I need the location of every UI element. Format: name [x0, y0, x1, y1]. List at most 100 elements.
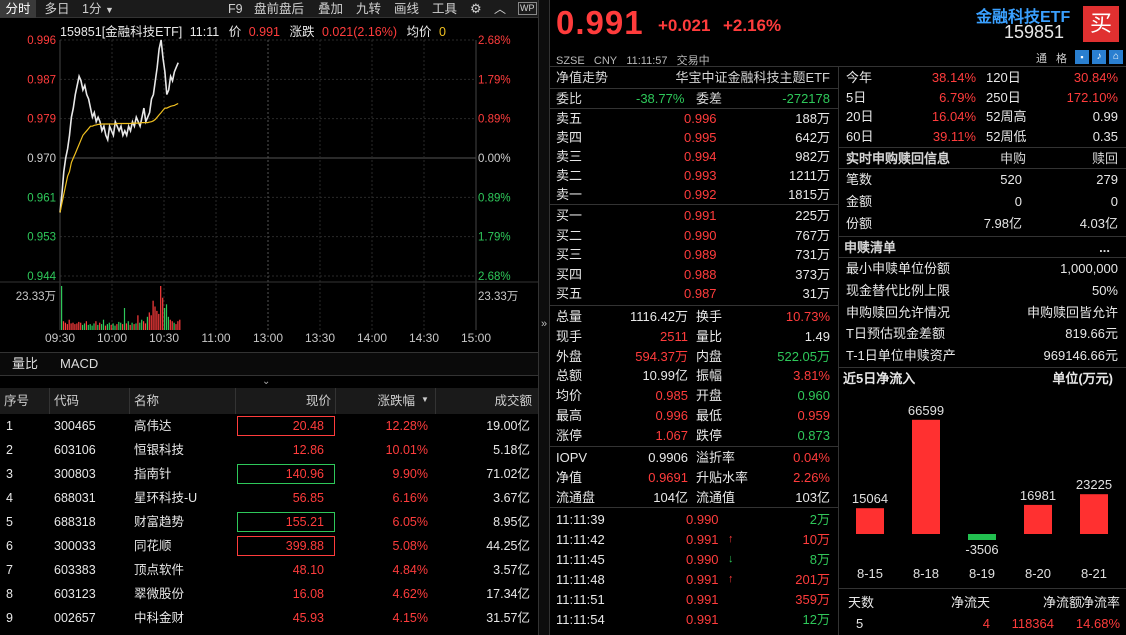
col-change-label: 涨跌幅 — [377, 394, 415, 408]
sg-subscribe: 7.98亿 — [983, 216, 1022, 231]
tick-row: 11:11:39 0.990 2万 — [556, 510, 834, 529]
col-index[interactable]: 序号 — [0, 388, 50, 414]
stat-label: IOPV — [556, 450, 588, 465]
sort-desc-icon[interactable]: ▼ — [421, 395, 429, 404]
row-name: 翠微股份 — [134, 587, 185, 601]
row-change: 5.08% — [392, 539, 428, 553]
chart-toolbar: 分时 多日 1分 ▼ F9 盘前盘后 叠加 九转 画线 工具 ⚙ ︿ WP — [0, 0, 538, 18]
stat-label: 溢折率 — [696, 450, 736, 465]
cart-icon[interactable]: ⌂ — [1109, 50, 1123, 64]
row-turnover: 5.18亿 — [493, 443, 530, 457]
f9-button[interactable]: F9 — [228, 0, 243, 18]
tick-time: 11:11:54 — [556, 612, 605, 627]
chevron-up-icon[interactable]: ︿ — [494, 0, 506, 18]
draw-button[interactable]: 画线 — [394, 0, 419, 18]
perf-row: 20日 16.04% 52周高 0.99 — [846, 107, 1122, 126]
col-price[interactable]: 现价 — [236, 388, 336, 414]
share-icon[interactable]: WP — [518, 2, 537, 15]
bid-row[interactable]: 买四 0.988 373万 — [556, 265, 834, 284]
more-button[interactable]: ... — [1099, 238, 1110, 257]
table-row[interactable]: 1 300465 高伟达 20.48 12.28% 19.00亿 — [0, 414, 538, 438]
table-row[interactable]: 5 688318 财富趋势 155.21 6.05% 8.95亿 — [0, 510, 538, 534]
stat-label: 流通盘 — [556, 489, 596, 505]
stat-value: 0.04% — [793, 450, 830, 465]
volume-bar — [139, 322, 141, 330]
col-turnover[interactable]: 成交额 — [436, 388, 538, 414]
stat-row: 现手 2511 量比 1.49 — [556, 327, 834, 346]
grid-tag[interactable]: 格 — [1056, 50, 1067, 66]
volume-bar — [114, 325, 116, 330]
perf-value: 16.04% — [931, 109, 976, 124]
ask-row[interactable]: 卖五 0.996 188万 — [556, 109, 834, 128]
period-select[interactable]: 1分 ▼ — [82, 0, 124, 18]
row-code: 603383 — [54, 563, 96, 577]
volume-bar — [66, 324, 68, 330]
stat-label: 流通值 — [696, 489, 736, 505]
ask-row[interactable]: 卖四 0.995 642万 — [556, 128, 834, 147]
perf-label: 今年 — [846, 70, 873, 85]
volume-bar — [162, 297, 164, 330]
perf-label: 5日 — [846, 89, 867, 105]
table-row[interactable]: 3 300803 指南针 140.96 9.90% 71.02亿 — [0, 462, 538, 486]
intraday-chart[interactable]: 0.996 2.68% 0.987 1.79% 0.979 0.89% 0.970 0.00%… — [0, 18, 538, 348]
overlay-button[interactable]: 叠加 — [318, 0, 343, 18]
stat-label: 最高 — [556, 408, 583, 423]
tab-intraday[interactable]: 分时 — [0, 0, 36, 18]
row-turnover: 3.67亿 — [493, 491, 530, 505]
tab-multiday[interactable]: 多日 — [40, 0, 74, 18]
buy-button[interactable]: 买 — [1083, 6, 1119, 42]
volume-bar — [146, 316, 148, 330]
ask-row[interactable]: 卖一 0.992 1815万 — [556, 185, 834, 204]
perf-label: 120日 — [986, 70, 1021, 85]
table-row[interactable]: 7 603383 顶点软件 48.10 4.84% 3.57亿 — [0, 558, 538, 582]
list-row: 最小申赎单位份额 1,000,000 — [846, 259, 1122, 278]
volume-bar — [150, 315, 152, 330]
tong-tag[interactable]: 通 — [1036, 50, 1047, 66]
volume-bar — [110, 324, 112, 330]
list-label: 现金替代比例上限 — [846, 282, 951, 298]
nine-turn-button[interactable]: 九转 — [356, 0, 381, 18]
bid-row[interactable]: 买一 0.991 225万 — [556, 206, 834, 225]
stat-value: 522.05万 — [777, 348, 830, 364]
stat-label: 内盘 — [696, 348, 723, 364]
bid-row[interactable]: 买五 0.987 31万 — [556, 284, 834, 303]
tick-volume: 2万 — [809, 512, 830, 527]
ask-row[interactable]: 卖三 0.994 982万 — [556, 147, 834, 166]
table-row[interactable]: 8 603123 翠微股份 16.08 4.62% 17.34亿 — [0, 582, 538, 606]
pre-post-market-button[interactable]: 盘前盘后 — [254, 0, 304, 18]
volume-bar — [144, 323, 147, 330]
stat-value: 0.985 — [655, 388, 688, 404]
bid-row[interactable]: 买三 0.989 731万 — [556, 245, 834, 264]
tab-volume-ratio[interactable]: 量比 — [12, 353, 38, 375]
table-row[interactable]: 4 688031 星环科技-U 56.85 6.16% 3.67亿 — [0, 486, 538, 510]
volume-bar — [91, 325, 93, 330]
security-code: 159851 — [1004, 22, 1065, 42]
settings-icon[interactable]: ▪ — [1075, 50, 1089, 64]
row-turnover: 19.00亿 — [486, 419, 530, 433]
tools-button[interactable]: 工具 — [432, 0, 457, 18]
gear-icon[interactable]: ⚙ — [470, 0, 482, 18]
tab-macd[interactable]: MACD — [60, 353, 98, 375]
level-label: 卖四 — [556, 130, 583, 145]
bid-row[interactable]: 买二 0.990 767万 — [556, 226, 834, 245]
inflow-bar — [968, 534, 996, 540]
bell-icon[interactable]: ♪ — [1092, 50, 1106, 64]
y-tick-label: 0.944 — [27, 271, 56, 283]
volume-bar — [135, 323, 137, 330]
x-tick-label: 13:30 — [305, 331, 335, 345]
collapse-handle-icon[interactable]: ⌄ — [262, 376, 270, 387]
col-name[interactable]: 名称 — [130, 388, 236, 414]
panel-splitter[interactable]: » — [538, 0, 550, 635]
stat-value: 0.996 — [655, 408, 688, 423]
table-row[interactable]: 9 002657 中科金财 45.93 4.15% 31.57亿 — [0, 606, 538, 630]
tick-time: 11:11:42 — [556, 532, 605, 547]
nav-row[interactable]: 净值走势 华宝中证金融科技主题ETF — [556, 68, 834, 87]
table-row[interactable]: 6 300033 同花顺 399.88 5.08% 44.25亿 — [0, 534, 538, 558]
col-code[interactable]: 代码 — [50, 388, 130, 414]
volume-bar — [97, 324, 99, 330]
level-label: 买三 — [556, 247, 583, 262]
expand-icon[interactable]: » — [541, 318, 547, 330]
ask-row[interactable]: 卖二 0.993 1211万 — [556, 166, 834, 185]
stat-label: 振幅 — [696, 368, 723, 384]
table-row[interactable]: 2 603106 恒银科技 12.86 10.01% 5.18亿 — [0, 438, 538, 462]
